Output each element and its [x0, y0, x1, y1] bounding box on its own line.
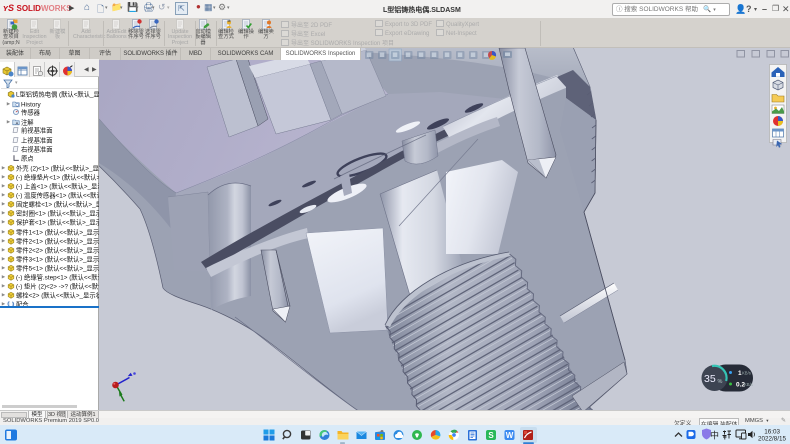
svg-text:S: S	[488, 430, 494, 439]
svg-text:2022/8/15: 2022/8/15	[758, 435, 787, 442]
svg-text:35: 35	[704, 373, 716, 385]
svg-text:KB/s: KB/s	[744, 382, 753, 387]
svg-text:A: A	[16, 121, 19, 126]
svg-text:KB/s: KB/s	[742, 371, 751, 376]
svg-text:中: 中	[710, 429, 719, 440]
svg-text:W: W	[506, 430, 514, 439]
svg-text:16:03: 16:03	[764, 428, 780, 435]
svg-text:%: %	[718, 379, 723, 385]
